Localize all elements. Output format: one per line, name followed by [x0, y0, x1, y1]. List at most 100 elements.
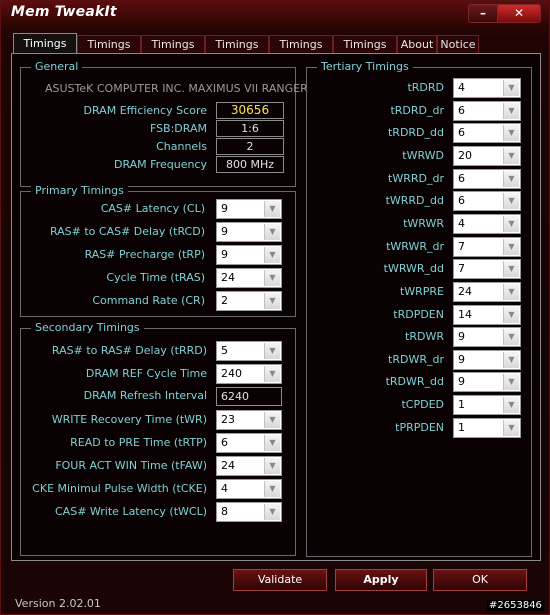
chevron-down-icon[interactable]: ▼ [503, 238, 519, 255]
tertiary-timing-select[interactable]: 6 ▼ [453, 191, 521, 212]
trfc-select[interactable]: 240 ▼ [216, 364, 282, 384]
tertiary-timing-select[interactable]: 6 ▼ [453, 100, 521, 121]
tab-timings-1[interactable]: Timings #1 [13, 33, 77, 70]
fsb-dram-value: 1:6 [216, 120, 284, 137]
combo-value: 9 [458, 330, 465, 344]
tertiary-row-label: tWRWR_dd [383, 262, 444, 276]
tertiary-timing-select[interactable]: 7 ▼ [453, 236, 521, 257]
chevron-down-icon[interactable]: ▼ [503, 419, 519, 436]
refresh-interval-field[interactable]: 6240 [216, 387, 282, 406]
tertiary-timing-select[interactable]: 1 ▼ [453, 395, 521, 416]
tertiary-timing-select[interactable]: 14 ▼ [453, 304, 521, 325]
tertiary-timing-select[interactable]: 6 ▼ [453, 123, 521, 144]
chevron-down-icon[interactable]: ▼ [503, 374, 519, 391]
chevron-down-icon[interactable]: ▼ [264, 504, 280, 520]
chevron-down-icon[interactable]: ▼ [264, 481, 280, 497]
chevron-down-icon[interactable]: ▼ [503, 170, 519, 187]
chevron-down-icon[interactable]: ▼ [264, 458, 280, 474]
tertiary-timing-select[interactable]: 20 ▼ [453, 145, 521, 166]
tertiary-row-label: tWRRD_dr [388, 171, 444, 185]
chevron-down-icon[interactable]: ▼ [264, 224, 280, 240]
tab-notice[interactable]: Notice [437, 35, 479, 53]
apply-button[interactable]: Apply [335, 569, 427, 591]
tertiary-timing-select[interactable]: 1 ▼ [453, 417, 521, 438]
tab-timings-4[interactable]: Timings #4 [205, 35, 269, 68]
chevron-down-icon[interactable]: ▼ [503, 80, 519, 96]
tertiary-timing-select[interactable]: 9 ▼ [453, 349, 521, 370]
chevron-down-icon[interactable]: ▼ [264, 270, 280, 286]
cas-latency-select[interactable]: 9 ▼ [216, 199, 282, 219]
general-row-label: DRAM Frequency [113, 158, 207, 171]
trcd-select[interactable]: 9 ▼ [216, 222, 282, 242]
tertiary-timing-select[interactable]: 6 ▼ [453, 168, 521, 189]
combo-value: 9 [221, 225, 228, 238]
combo-value: 8 [221, 505, 228, 518]
chevron-down-icon[interactable]: ▼ [264, 435, 280, 451]
tertiary-timing-select[interactable]: 7 ▼ [453, 259, 521, 280]
tertiary-row-label: tRDRD_dr [390, 103, 444, 117]
combo-value: 7 [458, 239, 465, 253]
twcl-select[interactable]: 8 ▼ [216, 502, 282, 522]
combo-value: 14 [458, 307, 472, 321]
chevron-down-icon[interactable]: ▼ [264, 247, 280, 263]
tab-about[interactable]: About [397, 35, 437, 53]
twr-select[interactable]: 23 ▼ [216, 410, 282, 430]
tab-timings-3[interactable]: Timings #3 [141, 35, 205, 68]
tertiary-timing-select[interactable]: 4 ▼ [453, 213, 521, 234]
tras-select[interactable]: 24 ▼ [216, 268, 282, 288]
combo-value: 4 [221, 482, 228, 495]
tertiary-row-label: tRDWR_dr [388, 352, 444, 366]
tertiary-row-label: tWRRD_dd [385, 194, 444, 208]
tertiary-timing-select[interactable]: 9 ▼ [453, 327, 521, 348]
chevron-down-icon[interactable]: ▼ [503, 306, 519, 323]
chevron-down-icon[interactable]: ▼ [503, 215, 519, 232]
chevron-down-icon[interactable]: ▼ [503, 329, 519, 346]
primary-row-label: RAS# Precharge (tRP) [84, 248, 205, 261]
chevron-down-icon[interactable]: ▼ [503, 147, 519, 164]
tab-timings-2[interactable]: Timings #2 [77, 35, 141, 68]
title-bar[interactable]: Mem TweakIt – ✕ [1, 1, 549, 27]
chevron-down-icon[interactable]: ▼ [503, 397, 519, 414]
tertiary-timing-select[interactable]: 4 ▼ [453, 78, 521, 98]
tertiary-row-label: tWRWR_dr [386, 239, 444, 253]
command-rate-select[interactable]: 2 ▼ [216, 291, 282, 311]
combo-value: 1 [458, 420, 465, 434]
chevron-down-icon[interactable]: ▼ [503, 102, 519, 119]
secondary-row-label: READ to PRE Time (tRTP) [70, 436, 207, 449]
chevron-down-icon[interactable]: ▼ [264, 412, 280, 428]
chevron-down-icon[interactable]: ▼ [264, 201, 280, 217]
ok-button[interactable]: OK [433, 569, 527, 591]
combo-value: 24 [458, 284, 472, 298]
primary-timings-group: Primary Timings CAS# Latency (CL) 9 ▼ RAS… [20, 184, 296, 317]
secondary-row-label: CKE Minimul Pulse Width (tCKE) [32, 482, 207, 495]
combo-value: 6 [458, 126, 465, 140]
efficiency-score-value: 30656 [216, 102, 284, 119]
validate-button[interactable]: Validate [233, 569, 327, 591]
tertiary-timing-select[interactable]: 9 ▼ [453, 372, 521, 393]
trrd-select[interactable]: 5 ▼ [216, 341, 282, 361]
tab-timings-6[interactable]: Timings #6 [333, 35, 397, 68]
tab-timings-5[interactable]: Timings #5 [269, 35, 333, 68]
tcke-select[interactable]: 4 ▼ [216, 479, 282, 499]
trp-select[interactable]: 9 ▼ [216, 245, 282, 265]
tfaw-select[interactable]: 24 ▼ [216, 456, 282, 476]
chevron-down-icon[interactable]: ▼ [503, 261, 519, 278]
chevron-down-icon[interactable]: ▼ [503, 283, 519, 300]
chevron-down-icon[interactable]: ▼ [503, 351, 519, 368]
chevron-down-icon[interactable]: ▼ [264, 293, 280, 309]
dram-frequency-value: 800 MHz [216, 156, 284, 173]
chevron-down-icon[interactable]: ▼ [503, 125, 519, 142]
chevron-down-icon[interactable]: ▼ [264, 366, 280, 382]
chevron-down-icon[interactable]: ▼ [264, 343, 280, 359]
close-button[interactable]: ✕ [497, 4, 541, 23]
combo-value: 9 [458, 352, 465, 366]
combo-value: 4 [458, 216, 465, 230]
combo-value: 9 [458, 375, 465, 389]
tertiary-timing-select[interactable]: 24 ▼ [453, 281, 521, 302]
tertiary-row-label: tCPDED [401, 398, 444, 412]
combo-value: 6 [221, 436, 228, 449]
minimize-button[interactable]: – [468, 4, 498, 23]
combo-value: 5 [221, 344, 228, 357]
chevron-down-icon[interactable]: ▼ [503, 193, 519, 210]
trtp-select[interactable]: 6 ▼ [216, 433, 282, 453]
